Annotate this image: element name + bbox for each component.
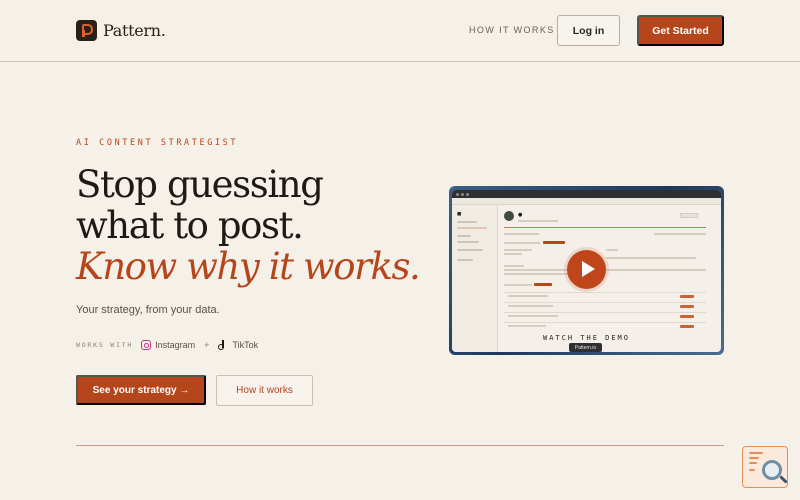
brand-logo[interactable]: Pattern. <box>76 20 166 41</box>
platform-instagram: Instagram <box>155 340 196 350</box>
see-your-strategy-button[interactable]: See your strategy → <box>76 375 206 405</box>
headline-accent: Know why it works. <box>76 245 421 288</box>
play-button-icon[interactable] <box>567 250 606 289</box>
platform-tiktok: TikTok <box>232 340 259 350</box>
login-button[interactable]: Log in <box>557 15 620 46</box>
headline-line-2: what to post. <box>76 204 304 247</box>
watch-demo-label: WATCH THE DEMO <box>542 334 630 342</box>
avatar <box>504 211 514 221</box>
headline-line-1: Stop guessing <box>76 163 324 206</box>
top-navbar: Pattern. HOW IT WORKS Log in Get Started <box>0 0 800 62</box>
instagram-icon <box>141 340 152 350</box>
hero-subtitle: Your strategy, from your data. <box>76 304 220 316</box>
mini-logo: ■ <box>457 212 462 217</box>
works-with-row: WORKS WITH Instagram + TikTok <box>76 340 258 350</box>
profile-handle: ● <box>518 212 523 218</box>
demo-url-pill: Pattern.io <box>569 343 602 352</box>
plus-separator: + <box>204 340 210 350</box>
works-with-label: WORKS WITH <box>76 341 134 349</box>
nav-how-it-works[interactable]: HOW IT WORKS <box>469 25 555 35</box>
search-assistant-widget-icon[interactable] <box>742 446 790 490</box>
tiktok-icon <box>218 340 227 350</box>
app-sidebar-preview: ■ <box>452 205 498 352</box>
section-divider <box>76 445 724 446</box>
brand-name: Pattern. <box>103 21 166 40</box>
pattern-logo-icon <box>76 20 97 41</box>
browser-chrome <box>452 190 721 198</box>
how-it-works-button[interactable]: How it works <box>216 375 313 406</box>
demo-video[interactable]: ■ ● WATCH THE DEMO Pattern.io <box>449 186 724 355</box>
browser-url-bar <box>452 198 721 205</box>
get-started-button[interactable]: Get Started <box>637 15 724 46</box>
hero-eyebrow: AI CONTENT STRATEGIST <box>76 138 239 148</box>
